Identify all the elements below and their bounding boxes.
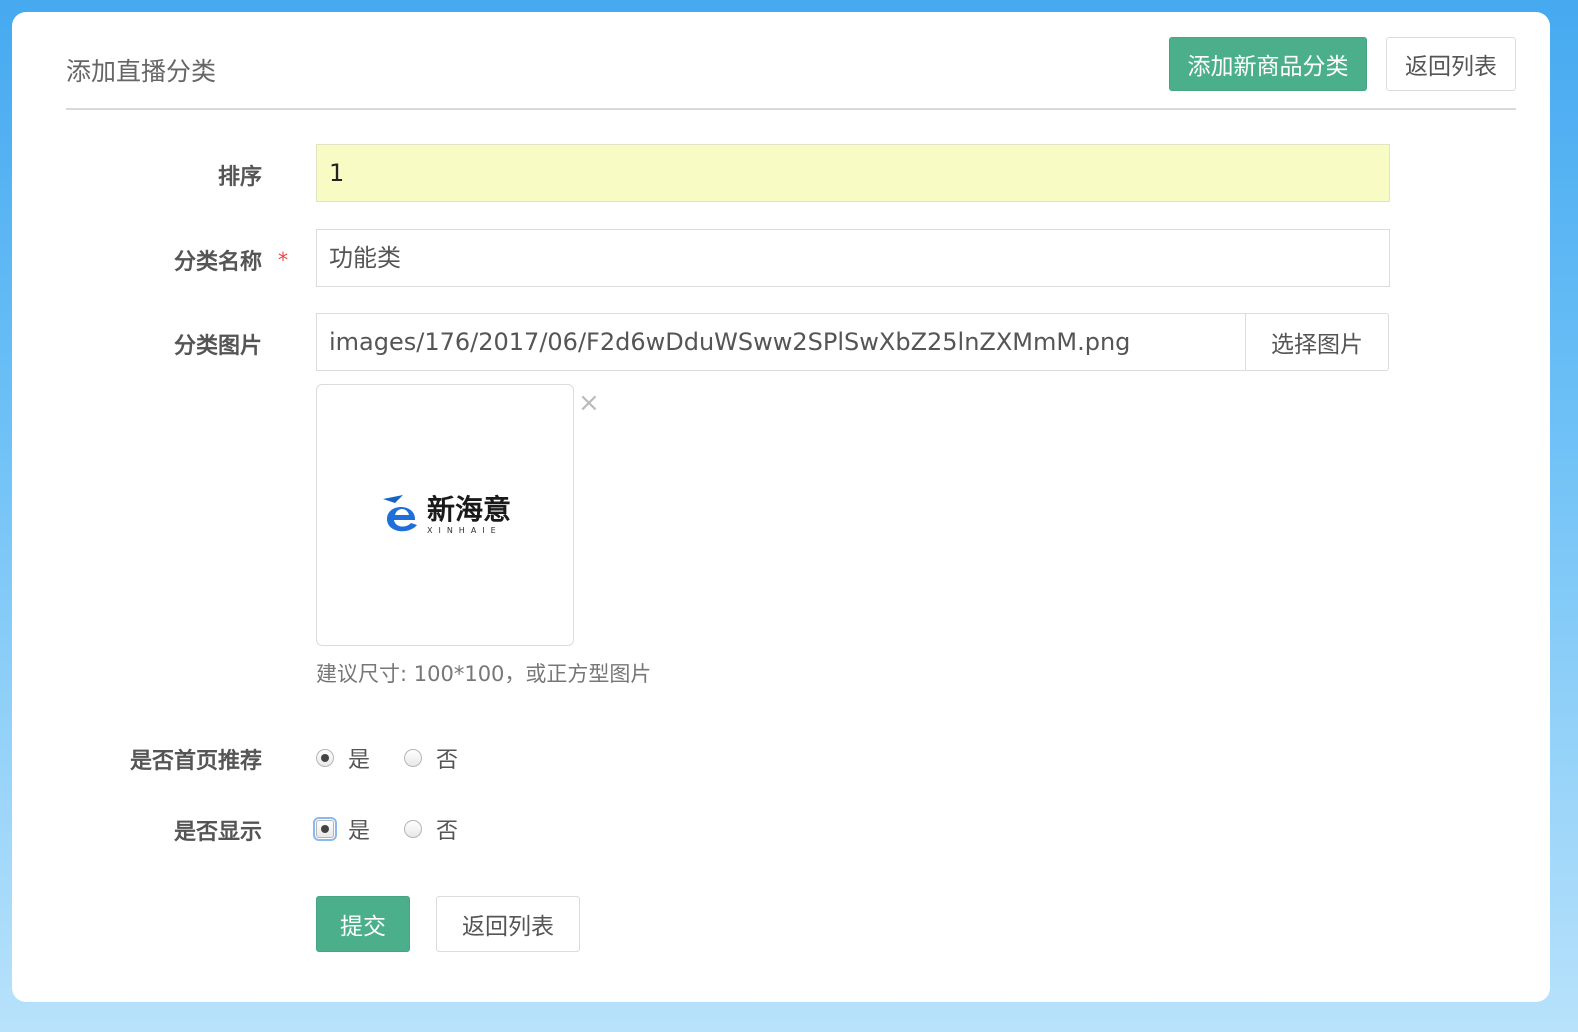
image-path-input[interactable]: images/176/2017/06/F2d6wDduWSww2SPlSwXbZ… <box>316 313 1246 371</box>
display-radio-group: 是 否 <box>313 813 492 845</box>
header-divider <box>66 108 1516 110</box>
homepage-recommend-no-label: 否 <box>436 748 459 773</box>
logo-e-icon <box>382 495 417 532</box>
homepage-recommend-yes-radio[interactable] <box>316 749 334 767</box>
required-mark: * <box>278 248 288 272</box>
display-yes-radio[interactable] <box>313 817 337 841</box>
main-panel: 添加直播分类 添加新商品分类 返回列表 排序 1 分类名称 * 功能类 分类图片… <box>12 12 1550 1002</box>
homepage-recommend-yes-label: 是 <box>348 748 371 773</box>
logo-english-text: XINHAIE <box>426 525 502 535</box>
back-to-list-button[interactable]: 返回列表 <box>436 896 580 952</box>
logo-chinese-text: 新海意 <box>426 492 511 526</box>
image-preview: 新海意 XINHAIE <box>316 384 574 646</box>
homepage-recommend-label: 是否首页推荐 <box>129 749 262 774</box>
image-size-hint: 建议尺寸: 100*100，或正方型图片 <box>316 662 652 686</box>
category-image-label: 分类图片 <box>173 334 262 359</box>
homepage-recommend-radio-group: 是 否 <box>316 742 492 774</box>
add-product-category-button[interactable]: 添加新商品分类 <box>1169 37 1367 91</box>
homepage-recommend-no-radio[interactable] <box>404 749 423 767</box>
select-image-button[interactable]: 选择图片 <box>1245 313 1389 371</box>
display-no-label: 否 <box>436 819 459 844</box>
submit-button[interactable]: 提交 <box>316 896 410 952</box>
sort-input[interactable]: 1 <box>316 144 1390 202</box>
header-back-to-list-button[interactable]: 返回列表 <box>1386 37 1516 91</box>
display-yes-label: 是 <box>348 819 371 844</box>
category-name-label: 分类名称 <box>173 250 262 275</box>
display-label: 是否显示 <box>173 820 262 845</box>
remove-image-icon[interactable]: × <box>578 388 600 418</box>
category-name-input[interactable]: 功能类 <box>316 229 1390 287</box>
sort-label: 排序 <box>217 165 262 190</box>
page-title: 添加直播分类 <box>66 57 217 86</box>
display-no-radio[interactable] <box>404 820 423 838</box>
brand-logo: 新海意 XINHAIE <box>379 493 511 537</box>
